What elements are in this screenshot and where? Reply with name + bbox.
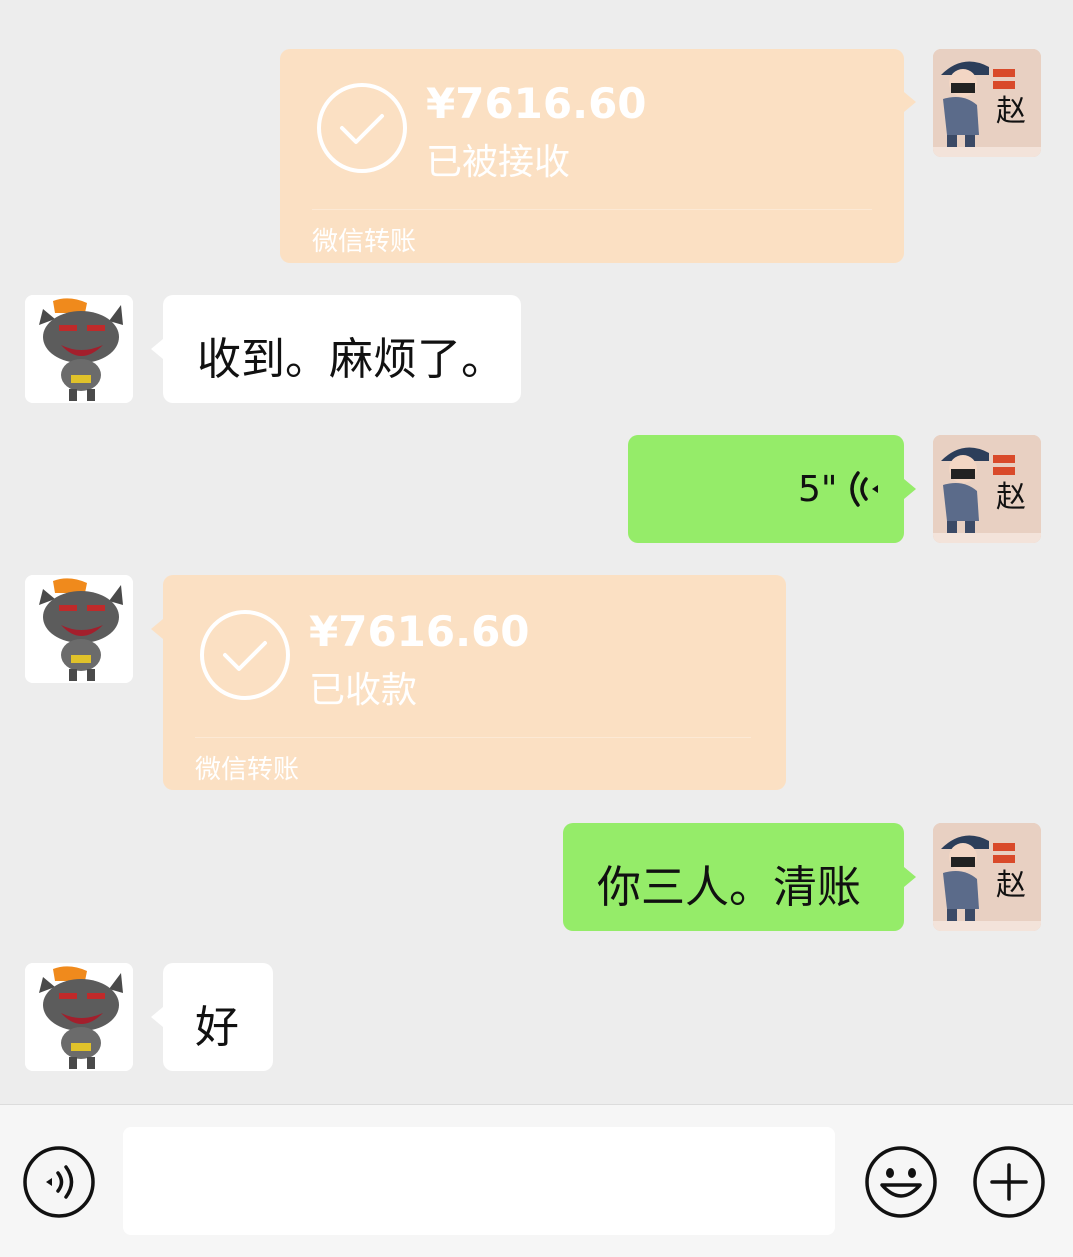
avatar-friend[interactable] (25, 295, 133, 403)
check-circle-icon (317, 83, 407, 173)
message-bubble-sent[interactable]: 你三人。清账 (563, 823, 904, 931)
voice-wave-icon (850, 471, 878, 507)
avatar-me[interactable]: 赵 (933, 49, 1041, 157)
avatar-char: 赵 (996, 480, 1026, 515)
avatar-me-image: 赵 (933, 49, 1041, 157)
check-circle-icon (200, 610, 290, 700)
transfer-status: 已被接收 (426, 142, 571, 183)
avatar-friend-image (25, 575, 133, 683)
avatar-char: 赵 (996, 868, 1026, 903)
avatar-char: 赵 (996, 94, 1026, 129)
bubble-tail (904, 92, 916, 112)
divider (195, 737, 751, 738)
message-text: 好 (195, 1002, 239, 1053)
avatar-friend[interactable] (25, 963, 133, 1071)
bubble-tail (151, 339, 163, 359)
voice-duration: 5" (798, 469, 838, 510)
emoji-icon[interactable] (864, 1145, 938, 1219)
message-text: 收到。麻烦了。 (197, 334, 505, 385)
message-text: 你三人。清账 (597, 862, 861, 913)
plus-icon[interactable] (972, 1145, 1046, 1219)
avatar-friend[interactable] (25, 575, 133, 683)
message-bubble-received[interactable]: 好 (163, 963, 273, 1071)
voice-icon[interactable] (22, 1145, 96, 1219)
transfer-amount: ¥7616.60 (426, 79, 647, 128)
avatar-me[interactable]: 赵 (933, 823, 1041, 931)
transfer-card-received[interactable]: ¥7616.60 已收款 微信转账 (163, 575, 786, 790)
transfer-footer-label: 微信转账 (312, 227, 417, 257)
avatar-friend-image (25, 295, 133, 403)
voice-message-bubble[interactable]: 5" (628, 435, 904, 543)
input-bar (0, 1104, 1073, 1257)
transfer-footer-label: 微信转账 (195, 755, 300, 785)
avatar-me-image: 赵 (933, 435, 1041, 543)
transfer-card-sent[interactable]: ¥7616.60 已被接收 微信转账 (280, 49, 904, 263)
avatar-me-image: 赵 (933, 823, 1041, 931)
avatar-me[interactable]: 赵 (933, 435, 1041, 543)
transfer-amount: ¥7616.60 (309, 607, 530, 656)
message-input[interactable] (123, 1127, 835, 1235)
message-bubble-received[interactable]: 收到。麻烦了。 (163, 295, 521, 403)
chat-area[interactable]: ¥7616.60 已被接收 微信转账 赵 收到。麻烦了。 5" 赵 ¥7616.… (0, 0, 1073, 1104)
bubble-tail (151, 619, 163, 639)
bubble-tail (904, 867, 916, 887)
bubble-tail (151, 1007, 163, 1027)
transfer-status: 已收款 (309, 670, 418, 711)
bubble-tail (904, 479, 916, 499)
avatar-friend-image (25, 963, 133, 1071)
divider (312, 209, 872, 210)
